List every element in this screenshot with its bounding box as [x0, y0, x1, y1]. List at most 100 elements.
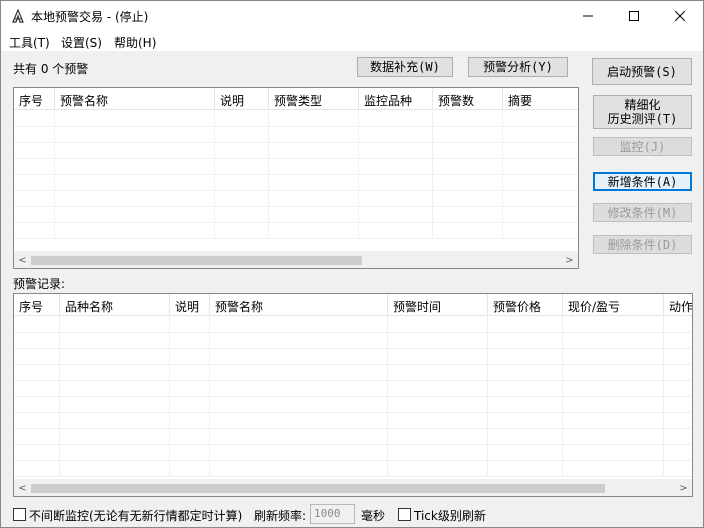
scroll-left-icon[interactable]: <	[14, 252, 31, 268]
table-cell	[210, 413, 388, 429]
title-bar[interactable]: 本地预警交易 - (停止)	[1, 1, 703, 31]
scroll-thumb[interactable]	[31, 256, 362, 265]
refine-line2: 历史测评(T)	[607, 112, 678, 126]
col-alert-count[interactable]: 预警数	[433, 88, 503, 110]
maximize-button[interactable]	[611, 1, 657, 31]
alerts-table[interactable]: 序号 预警名称 说明 预警类型 监控品种 预警数 摘要 < >	[13, 87, 579, 269]
col-monitored-symbol[interactable]: 监控品种	[359, 88, 433, 110]
delete-condition-button[interactable]: 删除条件(D)	[593, 235, 692, 254]
alert-analysis-button[interactable]: 预警分析(Y)	[468, 57, 568, 77]
table-cell	[14, 143, 55, 159]
table-cell	[664, 397, 692, 413]
col-alert-time[interactable]: 预警时间	[388, 294, 488, 316]
refresh-rate-input[interactable]: 1000	[310, 504, 355, 524]
col-index[interactable]: 序号	[14, 88, 55, 110]
table-cell	[664, 445, 692, 461]
scroll-left-icon[interactable]: <	[14, 480, 31, 496]
menu-help[interactable]: 帮助(H)	[114, 34, 156, 51]
table-cell	[488, 429, 563, 445]
table-cell	[359, 175, 433, 191]
table-cell	[60, 381, 170, 397]
start-alert-button[interactable]: 启动预警(S)	[592, 58, 692, 85]
table-cell	[433, 159, 503, 175]
table-cell	[60, 413, 170, 429]
table-row	[14, 159, 578, 175]
table-cell	[55, 175, 215, 191]
col-alert-name[interactable]: 预警名称	[55, 88, 215, 110]
scroll-right-icon[interactable]: >	[561, 252, 578, 268]
table-cell	[215, 159, 269, 175]
table-cell	[388, 445, 488, 461]
minimize-button[interactable]	[565, 1, 611, 31]
table-cell	[664, 381, 692, 397]
table-cell	[563, 429, 664, 445]
main-window: 本地预警交易 - (停止) 工具(T) 设置(S) 帮助(H) 共有 0 个预警…	[0, 0, 704, 528]
col-rec-index[interactable]: 序号	[14, 294, 60, 316]
scroll-thumb[interactable]	[31, 484, 605, 493]
table-cell	[503, 191, 578, 207]
app-icon	[12, 9, 24, 23]
col-alert-type[interactable]: 预警类型	[269, 88, 359, 110]
col-summary[interactable]: 摘要	[503, 88, 578, 110]
table-cell	[14, 207, 55, 223]
table-cell	[269, 207, 359, 223]
table-cell	[433, 127, 503, 143]
table-cell	[503, 175, 578, 191]
menu-settings[interactable]: 设置(S)	[61, 34, 102, 51]
table-cell	[215, 127, 269, 143]
table-cell	[488, 461, 563, 477]
table-cell	[60, 397, 170, 413]
table-cell	[388, 429, 488, 445]
table-cell	[664, 317, 692, 333]
col-price-pnl[interactable]: 现价/盈亏	[563, 294, 664, 316]
tick-refresh-checkbox[interactable]	[398, 508, 411, 521]
table-cell	[664, 349, 692, 365]
table-cell	[269, 159, 359, 175]
table-cell	[170, 413, 210, 429]
edit-condition-button[interactable]: 修改条件(M)	[593, 203, 692, 222]
add-condition-button[interactable]: 新增条件(A)	[593, 172, 692, 191]
table-cell	[563, 365, 664, 381]
table-cell	[433, 175, 503, 191]
table-cell	[210, 349, 388, 365]
fill-data-button[interactable]: 数据补充(W)	[357, 57, 453, 77]
table-cell	[14, 349, 60, 365]
table-cell	[503, 143, 578, 159]
table-row	[14, 397, 692, 413]
table-cell	[210, 381, 388, 397]
col-symbol-name[interactable]: 品种名称	[60, 294, 170, 316]
table-cell	[55, 127, 215, 143]
table-cell	[269, 175, 359, 191]
scroll-right-icon[interactable]: >	[675, 480, 692, 496]
alerts-table-header: 序号 预警名称 说明 预警类型 监控品种 预警数 摘要	[14, 88, 578, 110]
alerts-hscrollbar[interactable]: < >	[14, 251, 578, 268]
table-cell	[503, 207, 578, 223]
records-table[interactable]: 序号 品种名称 说明 预警名称 预警时间 预警价格 现价/盈亏 动作 < >	[13, 293, 693, 497]
table-cell	[388, 333, 488, 349]
close-button[interactable]	[657, 1, 703, 31]
col-alert-price[interactable]: 预警价格	[488, 294, 563, 316]
table-cell	[55, 159, 215, 175]
monitor-button[interactable]: 监控(J)	[593, 137, 692, 156]
table-cell	[488, 413, 563, 429]
refine-backtest-button[interactable]: 精细化 历史测评(T)	[593, 95, 692, 129]
maximize-icon	[629, 11, 639, 21]
table-row	[14, 143, 578, 159]
table-cell	[433, 207, 503, 223]
table-cell	[55, 223, 215, 239]
ms-unit-label: 毫秒	[361, 509, 386, 523]
table-row	[14, 445, 692, 461]
table-cell	[664, 333, 692, 349]
table-cell	[210, 461, 388, 477]
col-rec-description[interactable]: 说明	[170, 294, 210, 316]
col-rec-alert-name[interactable]: 预警名称	[210, 294, 388, 316]
table-cell	[488, 397, 563, 413]
table-cell	[215, 111, 269, 127]
table-cell	[60, 445, 170, 461]
records-hscrollbar[interactable]: < >	[14, 479, 692, 496]
records-label: 预警记录:	[13, 277, 66, 291]
col-description[interactable]: 说明	[215, 88, 269, 110]
col-action[interactable]: 动作	[664, 294, 692, 316]
menu-tools[interactable]: 工具(T)	[9, 34, 50, 51]
continuous-monitor-checkbox[interactable]	[13, 508, 26, 521]
